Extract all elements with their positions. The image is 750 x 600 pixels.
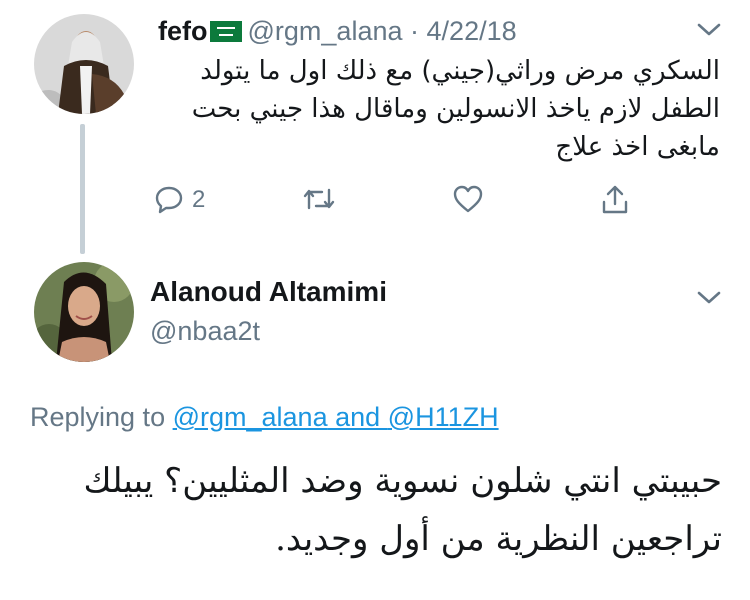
thread-line <box>80 124 85 254</box>
replying-user-2[interactable]: @H11ZH <box>388 402 499 432</box>
tweet1-date[interactable]: 4/22/18 <box>427 16 517 46</box>
tweet1-handle[interactable]: @rgm_alana <box>248 16 403 46</box>
replying-prefix: Replying to <box>30 402 173 432</box>
share-icon[interactable] <box>600 184 630 221</box>
tweet2-text: حبيبتي انتي شلون نسوية وضد المثليين؟ يبي… <box>83 461 722 559</box>
tweet2-chevron-down-icon[interactable] <box>696 290 722 311</box>
saudi-flag-icon <box>209 21 242 42</box>
tweet1-separator: · <box>410 16 420 46</box>
tweet2-display-name[interactable]: Alanoud Altamimi <box>150 276 387 308</box>
replying-to: Replying to @rgm_alana and @H11ZH <box>30 402 499 433</box>
tweet1-header: fefo @rgm_alana · 4/22/18 <box>158 14 517 48</box>
like-icon[interactable] <box>452 184 484 219</box>
reply-icon[interactable] <box>154 184 184 219</box>
replying-user-1[interactable]: @rgm_alana <box>173 402 328 432</box>
replying-and: and <box>327 402 388 432</box>
replying-users-link[interactable]: @rgm_alana and @H11ZH <box>173 402 499 432</box>
tweet2-handle[interactable]: @nbaa2t <box>150 316 260 347</box>
tweet1-text: السكري مرض وراثي(جيني) مع ذلك اول ما يتو… <box>191 56 720 162</box>
reply-count: 2 <box>192 186 206 213</box>
tweet1-chevron-down-icon[interactable] <box>696 22 722 43</box>
retweet-icon[interactable] <box>302 184 336 219</box>
tweet1-display-name[interactable]: fefo <box>158 16 208 46</box>
avatar-fefo[interactable] <box>34 14 134 114</box>
avatar-alanoud[interactable] <box>34 262 134 362</box>
